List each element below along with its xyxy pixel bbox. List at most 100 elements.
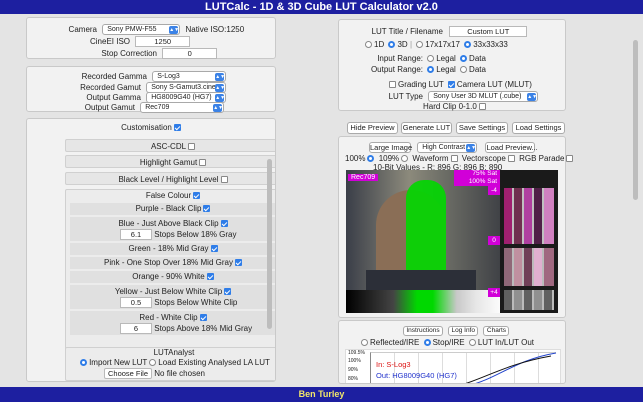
highlight-gamut-box: Highlight Gamut (65, 155, 275, 168)
lut-type-select[interactable]: Sony User 3D MLUT (.cube) ▲▼ (428, 91, 539, 102)
100-percent-radio[interactable] (367, 155, 375, 163)
gamma-chart: 109.5% 100% 90% 80% In: S-Log3 Out: HG80… (345, 349, 561, 383)
asc-cdl-checkbox[interactable] (188, 143, 196, 151)
reflected-ire-radio[interactable] (361, 339, 368, 347)
blue-stops-input[interactable]: 6.1 (120, 229, 152, 241)
size-17-radio[interactable] (416, 41, 424, 49)
input-legal-radio[interactable] (427, 55, 435, 63)
asc-cdl-box: ASC-CDL (65, 139, 275, 152)
instructions-button[interactable]: Instructions (403, 326, 443, 336)
log-info-button[interactable]: Log Info (448, 326, 479, 336)
stop-correction-label: Stop Correction (101, 48, 157, 58)
output-gamut-select[interactable]: Rec709 ▲▼ (140, 102, 225, 113)
output-gamut-label: Output Gamut (84, 102, 135, 112)
gamma-curves (465, 352, 557, 383)
large-image-button[interactable]: Large Image (369, 142, 412, 153)
lut-title-input[interactable]: Custom LUT (449, 26, 528, 37)
pink-checkbox[interactable] (234, 259, 242, 267)
colour-swatch-grid: 75% Sat 100% Sat -4 0 +4 (454, 170, 558, 313)
size-33-radio[interactable] (464, 41, 472, 49)
generate-lut-button[interactable]: Generate LUT (401, 122, 452, 134)
customisation-label: Customisation (121, 123, 172, 132)
import-new-radio[interactable] (80, 359, 88, 367)
1d-radio[interactable] (365, 41, 372, 49)
recorded-gamma-select[interactable]: S-Log3 ▲▼ (152, 71, 227, 82)
red-checkbox[interactable] (199, 314, 207, 322)
chevron-down-icon: ▲▼ (169, 26, 180, 34)
false-colour-label: False Colour (145, 191, 192, 200)
load-preview-button[interactable]: Load Preview... (485, 142, 538, 153)
hide-preview-button[interactable]: Hide Preview (347, 122, 398, 134)
native-iso-text: Native ISO:1250 (185, 24, 245, 34)
red-row: Red - White Clip 6 Stops Above 18% Mid G… (70, 311, 275, 335)
marker-plus4: +4 (488, 288, 500, 297)
contrast-select[interactable]: High Contrast ▲▼ (417, 142, 478, 154)
sat-labels: 75% Sat 100% Sat (454, 170, 500, 186)
load-existing-radio[interactable] (149, 359, 157, 367)
info-panel: Instructions Log Info Charts Reflected/I… (338, 320, 566, 384)
chevron-down-icon: ▲▼ (527, 93, 538, 101)
false-colour-checkbox[interactable] (193, 192, 201, 200)
black-level-box: Black Level / Highlight Level (65, 172, 275, 185)
save-settings-button[interactable]: Save Settings (456, 122, 508, 134)
camera-lut-checkbox[interactable] (447, 81, 455, 89)
preview-image: Rec709 (346, 170, 504, 313)
lut-type-label: LUT Type (388, 91, 423, 101)
pink-row: Pink - One Stop Over 18% Mid Gray (70, 257, 275, 269)
output-legal-radio[interactable] (427, 66, 435, 74)
vectorscope-checkbox[interactable] (507, 155, 515, 163)
camera-label: Camera (68, 24, 97, 34)
main-scrollbar[interactable] (633, 40, 638, 200)
lutanalyst-label: LUTAnalyst (153, 348, 195, 357)
app-title: LUTCalc - 1D & 3D Cube LUT Calculator v2… (0, 0, 643, 14)
false-colour-box: False Colour Purple - Black Clip Blue - … (65, 189, 275, 369)
marker-minus4: -4 (488, 186, 500, 195)
rec709-tag: Rec709 (348, 174, 379, 181)
purple-checkbox[interactable] (203, 205, 211, 213)
rgb-parade-checkbox[interactable] (566, 155, 574, 163)
gamma-panel: Recorded Gamma S-Log3 ▲▼ Recorded Gamut S… (26, 66, 276, 113)
stop-ire-radio[interactable] (423, 339, 431, 347)
lut-settings-panel: LUT Title / Filename Custom LUT 1D 3D | … (338, 19, 566, 111)
orange-checkbox[interactable] (206, 273, 214, 281)
yellow-stops-input[interactable]: 0.5 (120, 297, 152, 309)
chevron-down-icon: ▲▼ (213, 104, 224, 112)
output-data-radio[interactable] (460, 66, 468, 74)
cineei-label: CineEI ISO (89, 36, 130, 46)
3d-radio[interactable] (388, 41, 396, 49)
output-range-label: Output Range: (370, 65, 423, 74)
choose-file-button[interactable]: Choose File (104, 368, 153, 380)
swatch-grid (504, 188, 554, 244)
input-data-radio[interactable] (460, 55, 468, 63)
highlight-gamut-checkbox[interactable] (199, 159, 207, 167)
marker-zero: 0 (488, 236, 500, 245)
waveform-checkbox[interactable] (450, 155, 458, 163)
hard-clip-checkbox[interactable] (478, 103, 486, 111)
input-range-label: Input Range: (377, 54, 423, 63)
lutanalyst-box: LUTAnalyst Import New LUT Load Existing A… (65, 347, 275, 381)
cineei-input[interactable]: 1250 (135, 36, 191, 47)
swatch-grid-lower (504, 248, 554, 286)
chevron-down-icon: ▲▼ (215, 73, 226, 81)
yellow-checkbox[interactable] (224, 288, 232, 296)
camera-select[interactable]: Sony PMW-F55 ▲▼ (102, 24, 181, 35)
blue-row: Blue - Just Above Black Clip 6.1 Stops B… (70, 217, 275, 241)
charts-button[interactable]: Charts (483, 326, 510, 336)
green-row: Green - 18% Mid Gray (70, 243, 275, 255)
customisation-checkbox[interactable] (173, 124, 181, 132)
grading-lut-checkbox[interactable] (389, 81, 396, 89)
blue-checkbox[interactable] (220, 220, 228, 228)
customisation-scrollbar[interactable] (267, 159, 272, 329)
green-checkbox[interactable] (210, 245, 218, 253)
109-percent-radio[interactable] (401, 155, 409, 163)
load-settings-button[interactable]: Load Settings (512, 122, 565, 134)
customisation-panel: Customisation ASC-CDL Highlight Gamut Bl… (26, 118, 276, 382)
camera-panel: Camera Sony PMW-F55 ▲▼ Native ISO:1250 Ci… (26, 17, 276, 59)
hard-clip-label: Hard Clip 0-1.0 (423, 102, 477, 111)
lut-in-out-radio[interactable] (468, 339, 476, 347)
curve-in (465, 355, 552, 383)
chevron-down-icon: ▲▼ (215, 94, 226, 102)
stop-correction-input[interactable]: 0 (162, 48, 218, 59)
black-level-checkbox[interactable] (220, 176, 228, 184)
red-stops-input[interactable]: 6 (120, 323, 152, 335)
